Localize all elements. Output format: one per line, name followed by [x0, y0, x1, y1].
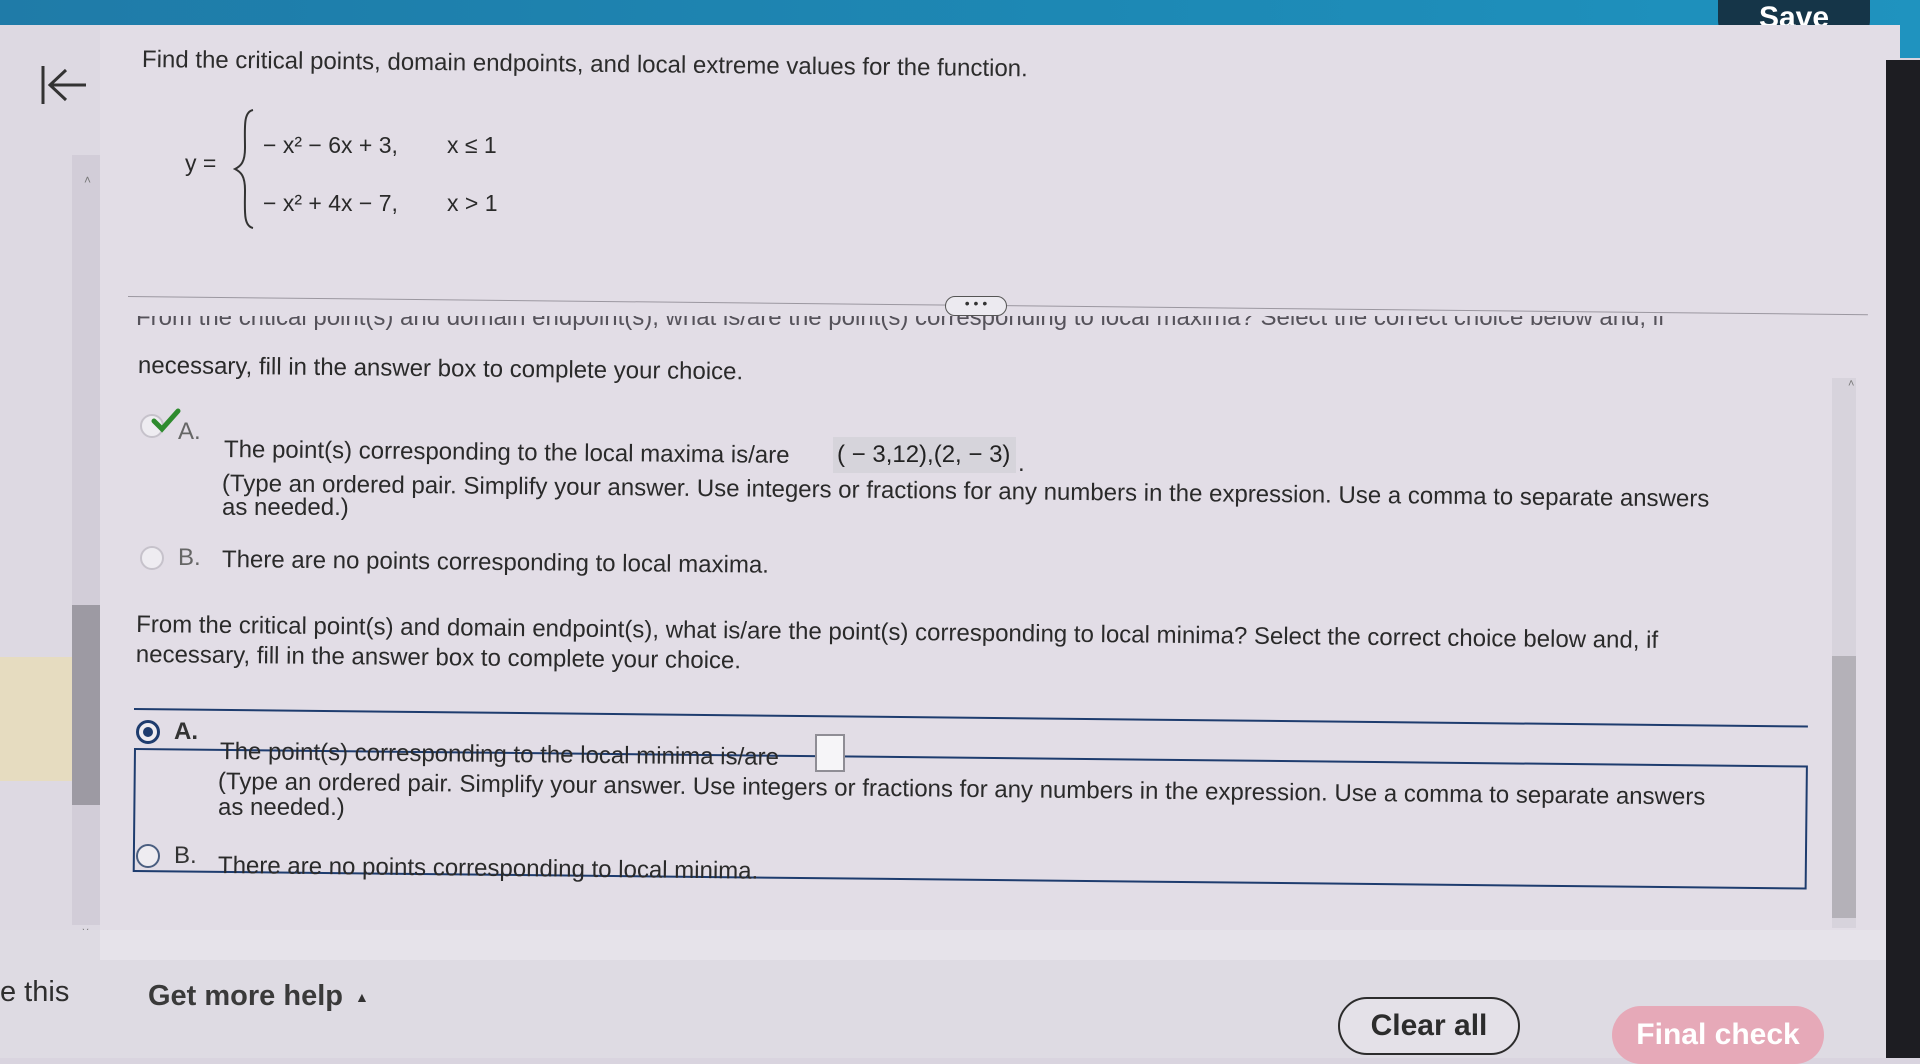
minima-option-a-letter: A.	[174, 718, 198, 745]
maxima-option-a-text: The point(s) corresponding to the local …	[223, 436, 790, 469]
minima-option-b-radio[interactable]	[136, 844, 160, 868]
clear-all-button[interactable]: Clear all	[1338, 997, 1520, 1055]
minima-option-b-text: There are no points corresponding to loc…	[217, 852, 759, 885]
cropped-edge-text: e this	[0, 976, 70, 1008]
piece2-expression: − x² + 4x − 7,	[263, 190, 398, 216]
screen-bezel-edge	[1886, 60, 1920, 1058]
left-scrollbar-thumb[interactable]	[72, 605, 100, 805]
piece2-condition: x > 1	[447, 190, 498, 216]
final-check-button[interactable]: Final check	[1612, 1006, 1824, 1064]
left-sidebar: ˄ ˅	[0, 25, 100, 939]
maxima-hint-line2: as needed.)	[222, 494, 349, 521]
function-lhs: y =	[185, 150, 217, 176]
expand-dots-button[interactable]: • • •	[945, 296, 1007, 316]
minima-option-a-text: The point(s) corresponding to the local …	[219, 738, 780, 771]
maxima-answer-field[interactable]: ( − 3,12),(2, − 3)	[833, 437, 1016, 473]
minima-option-b-letter: B.	[174, 842, 197, 869]
collapse-left-icon[interactable]	[40, 62, 90, 108]
get-more-help-link[interactable]: Get more help ▲	[148, 980, 369, 1013]
piece1-condition: x ≤ 1	[447, 132, 497, 158]
maxima-option-a-letter: A.	[178, 418, 201, 445]
minima-answer-field[interactable]	[815, 734, 845, 772]
minima-option-a-radio[interactable]	[136, 720, 160, 744]
left-highlight-strip	[0, 657, 72, 781]
piece1-expression: − x² − 6x + 3,	[263, 132, 398, 158]
correct-check-icon	[151, 408, 181, 433]
scroll-up-icon[interactable]: ˄	[84, 173, 91, 187]
maxima-option-b-radio[interactable]	[140, 546, 164, 570]
get-more-help-label: Get more help	[148, 980, 343, 1012]
right-scrollbar-thumb[interactable]	[1832, 656, 1856, 918]
caret-up-icon: ▲	[355, 989, 369, 1006]
piecewise-function: y = − x² − 6x + 3, x ≤ 1 − x² + 4x − 7, …	[185, 108, 585, 232]
answer-period: .	[1018, 450, 1025, 477]
minima-hint-line2: as needed.)	[218, 794, 345, 821]
maxima-option-b-text: There are no points corresponding to loc…	[221, 546, 770, 579]
right-scroll-up-icon[interactable]: ˄	[1848, 378, 1854, 390]
panel-bottom-lip	[100, 930, 1900, 960]
maxima-option-b-letter: B.	[178, 544, 201, 571]
left-scrollbar-track[interactable]	[72, 155, 100, 925]
left-brace-icon	[233, 109, 254, 229]
part1-prompt-line1: From the critical point(s) and domain en…	[136, 316, 1665, 330]
